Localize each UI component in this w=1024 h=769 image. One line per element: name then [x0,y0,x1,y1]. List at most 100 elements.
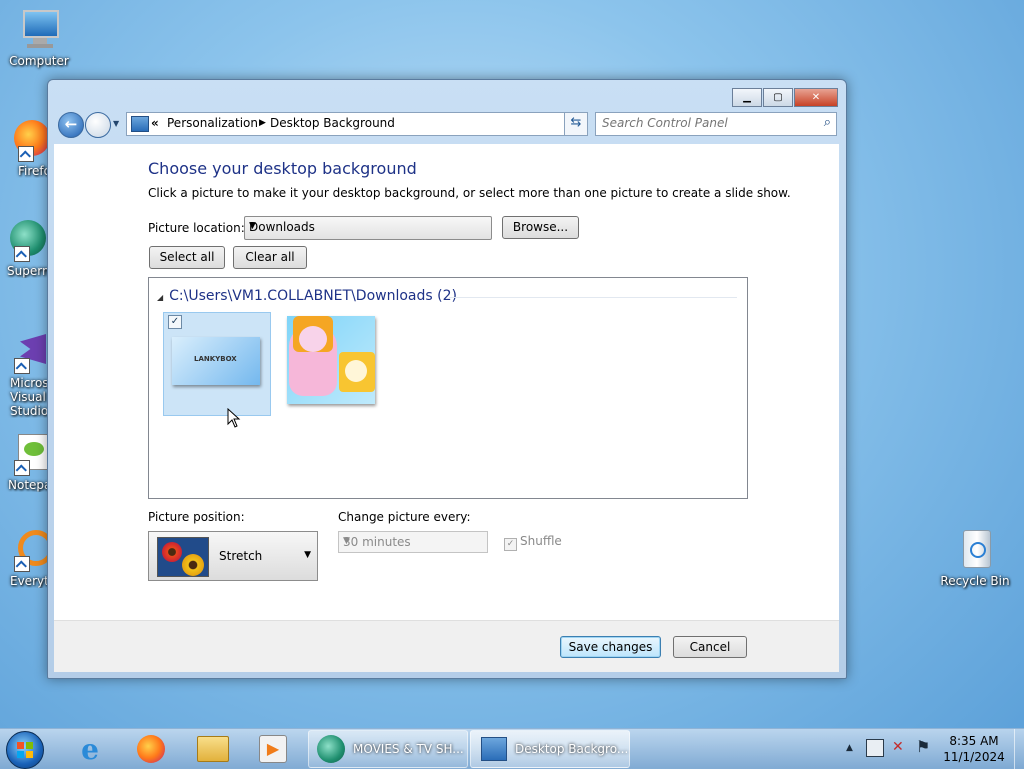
browse-button[interactable]: Browse... [502,216,579,239]
desktop-background-icon [481,737,507,761]
recycle-bin-icon [953,528,997,572]
chevron-down-icon: ▼ [343,536,350,546]
picture-gallery: ◢ C:\Users\VM1.COLLABNET\Downloads (2) ✓ … [148,277,748,499]
forward-button[interactable] [85,112,111,138]
window-controls: ▁ ▢ ✕ [731,88,838,107]
shuffle-checkbox[interactable]: ✓ Shuffle [504,534,562,551]
shortcut-arrow-icon [14,246,30,262]
minimize-icon: ▁ [743,92,751,103]
mouse-cursor-icon [227,408,241,428]
address-bar[interactable]: « Personalization ▶ Desktop Background ▼ [126,112,588,136]
select-all-button[interactable]: Select all [149,246,225,269]
clock-time: 8:35 AM [949,734,999,748]
picture-location-select[interactable]: Downloads ▼ [244,216,492,240]
group-header-text: C:\Users\VM1.COLLABNET\Downloads (2) [169,288,457,304]
desktop-icon-supermium[interactable]: Supermium [0,218,48,278]
desktop-icon-visual-studio[interactable]: Microsoft Visual Studio [0,330,48,418]
picture-position-value: Stretch [219,549,263,563]
clear-all-button[interactable]: Clear all [233,246,307,269]
media-player-icon: ▶ [259,735,287,763]
action-center-flag-icon[interactable]: ⚑ [916,737,930,756]
change-picture-select[interactable]: 30 minutes ▼ [338,531,488,553]
maximize-button[interactable]: ▢ [763,88,793,107]
desktop-icon-label: Microsoft Visual Studio [10,376,48,418]
clock-date: 11/1/2024 [943,750,1005,764]
supermium-icon [0,218,46,262]
refresh-button[interactable]: ⇆ [564,112,588,136]
cancel-button[interactable]: Cancel [673,636,747,658]
search-input[interactable] [600,115,814,131]
chevron-down-icon: ▼ [304,550,311,560]
shuffle-label: Shuffle [520,534,562,548]
folder-icon [197,736,229,762]
recent-pages-dropdown[interactable]: ▼ [113,119,119,128]
taskbar-task-movies[interactable]: MOVIES & TV SH... [308,730,468,768]
flower-preview-image [157,537,209,577]
collapse-icon: ◢ [157,293,164,302]
breadcrumb-personalization[interactable]: Personalization [167,116,258,130]
breadcrumb-separator-icon[interactable]: ▶ [259,118,266,128]
chevron-down-icon: ▼ [249,221,256,231]
lankybox-logo: LANKYBOX [194,355,237,363]
change-picture-label: Change picture every: [338,510,471,524]
movies-tv-icon [317,735,345,763]
back-arrow-icon: ← [64,115,78,133]
desktop-icon-everything[interactable]: Everything [0,528,48,588]
desktop-icon-computer[interactable]: Computer [1,8,77,68]
taskbar-internet-explorer[interactable]: e [70,732,110,766]
thumbnail-checkbox[interactable]: ✓ [168,315,182,329]
save-changes-button[interactable]: Save changes [560,636,661,658]
main-content: Choose your desktop background Click a p… [54,144,839,620]
thumbnail-lankybox-banner[interactable]: ✓ LANKYBOX [163,312,271,416]
show-desktop-button[interactable] [1014,729,1024,769]
breadcrumb-overflow[interactable]: « [151,116,159,130]
picture-position-select[interactable]: Stretch ▼ [148,531,318,581]
desktop-icon-notepadpp[interactable]: Notepad++ [0,432,48,492]
desktop-icon-label: Computer [9,54,69,68]
task-label: Desktop Backgro... [515,742,629,756]
wallpaper-image: LANKYBOX [172,337,260,385]
shortcut-arrow-icon [14,460,30,476]
thumbnail-lankybox-characters[interactable] [283,312,389,414]
system-clock[interactable]: 8:35 AM 11/1/2024 [938,733,1010,765]
group-header[interactable]: ◢ C:\Users\VM1.COLLABNET\Downloads (2) [157,288,457,304]
search-box[interactable]: ⌕ [595,112,837,136]
page-title: Choose your desktop background [148,159,417,178]
taskbar-media-player[interactable]: ▶ [253,733,293,765]
show-hidden-icons-button[interactable]: ▲ [846,743,853,753]
refresh-icon: ⇆ [570,115,582,130]
volume-muted-icon[interactable]: ✕ [892,739,904,755]
desktop-icon-label: Notepad++ [8,478,48,492]
desktop-background-window: ▁ ▢ ✕ ← ▼ « Personalization ▶ Desktop Ba… [47,79,847,679]
firefox-icon [137,735,165,763]
chevron-down-icon: ▼ [113,119,120,128]
firefox-icon [4,118,50,162]
close-button[interactable]: ✕ [794,88,838,107]
visual-studio-icon [0,330,46,374]
taskbar-firefox[interactable] [131,733,171,765]
internet-explorer-icon: e [81,732,99,766]
search-icon[interactable]: ⌕ [824,115,831,130]
shortcut-arrow-icon [14,556,30,572]
windows-logo-icon [17,742,33,758]
control-panel-icon [131,116,149,132]
desktop-icon-recycle-bin[interactable]: Recycle Bin [937,528,1013,588]
taskbar-task-desktop-background[interactable]: Desktop Backgro... [470,730,630,768]
footer-bar: Save changes Cancel [54,620,839,672]
start-button[interactable] [6,731,44,769]
desktop-icon-label: Supermium [7,264,48,278]
network-icon[interactable] [866,739,884,757]
taskbar-file-explorer[interactable] [193,733,233,765]
wallpaper-image [287,316,375,404]
minimize-button[interactable]: ▁ [732,88,762,107]
picture-location-label: Picture location: [148,221,245,235]
taskbar: e ▶ MOVIES & TV SH... Desktop Backgro...… [0,728,1024,769]
desktop-icon-label: Everything [10,574,48,588]
back-button[interactable]: ← [58,112,84,138]
breadcrumb-desktop-background[interactable]: Desktop Background [270,116,395,130]
group-divider [449,297,737,298]
notepadpp-icon [0,432,48,476]
page-description: Click a picture to make it your desktop … [148,186,791,200]
checkbox-check-icon: ✓ [504,538,517,551]
shortcut-arrow-icon [14,358,30,374]
